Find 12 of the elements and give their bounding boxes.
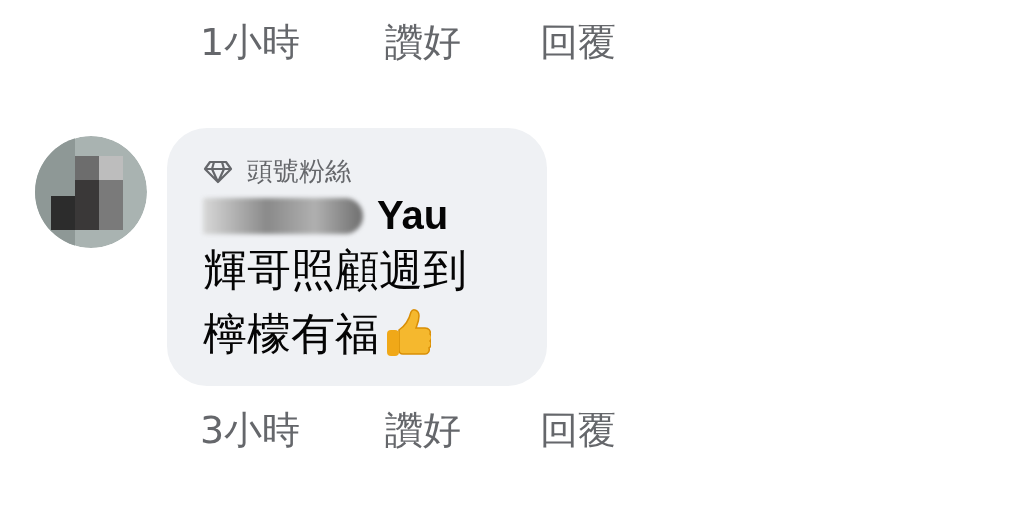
timestamp: 3小時: [200, 411, 302, 449]
reply-link[interactable]: 回覆: [540, 411, 616, 449]
reply-link[interactable]: 回覆: [540, 23, 616, 61]
avatar[interactable]: [35, 136, 147, 248]
timestamp: 1小時: [200, 23, 302, 61]
comment-text: 輝哥照顧週到: [203, 243, 467, 297]
badge-label: 頭號粉絲: [247, 155, 351, 188]
author-name[interactable]: Yau: [377, 193, 449, 238]
diamond-icon: [203, 159, 233, 184]
like-link[interactable]: 讚好: [385, 411, 540, 449]
comment-text: 檸檬有福: [203, 307, 379, 361]
like-link[interactable]: 讚好: [385, 23, 540, 61]
